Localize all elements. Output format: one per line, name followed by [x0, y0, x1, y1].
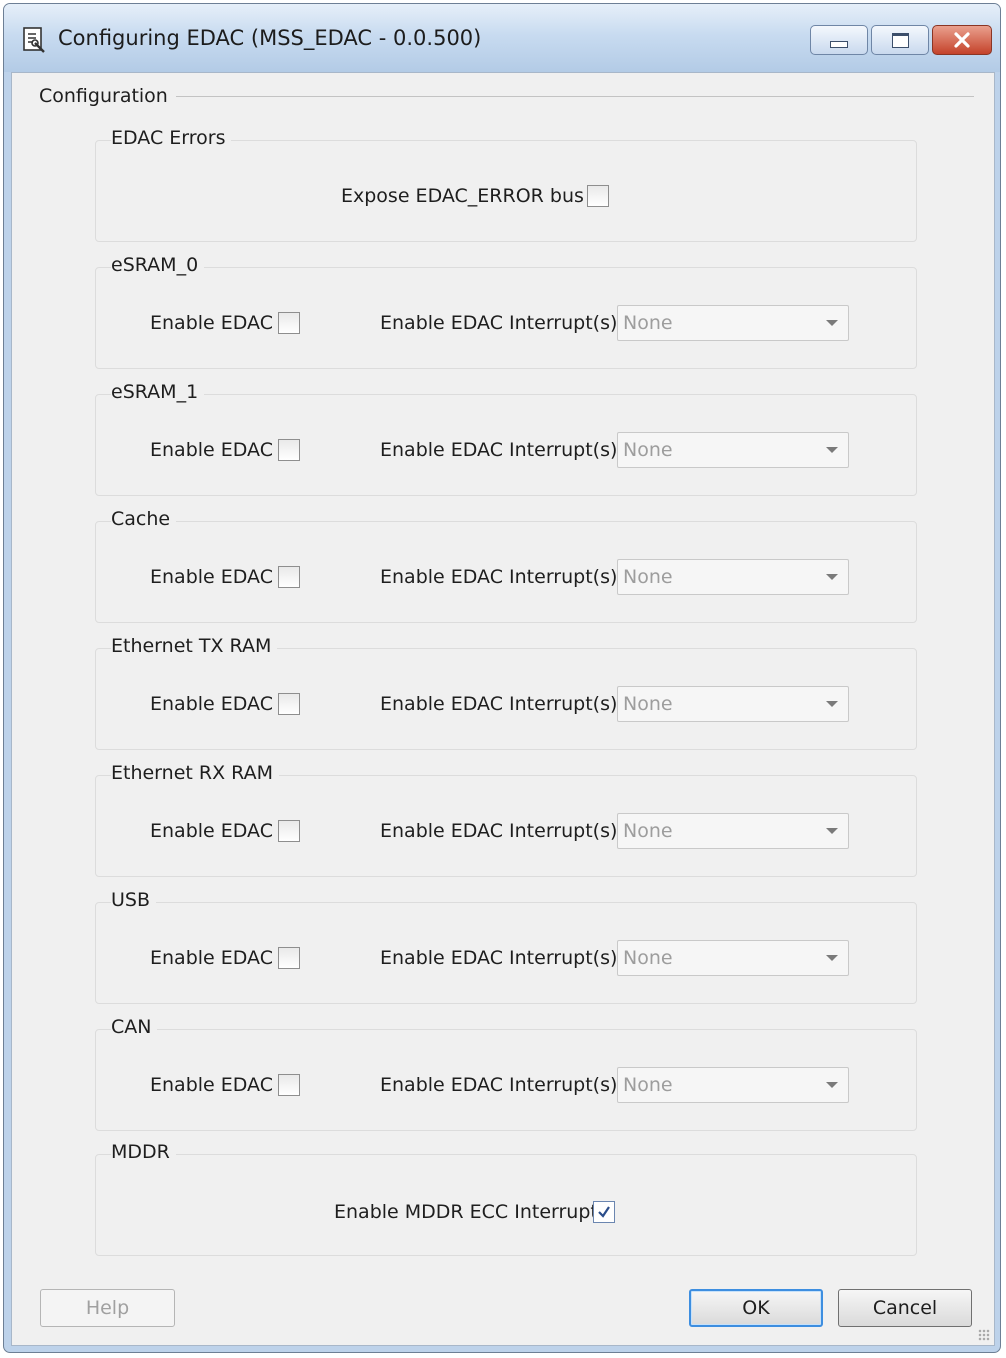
cancel-button[interactable]: Cancel	[838, 1289, 972, 1327]
expose-edac-error-label: Expose EDAC_ERROR bus	[341, 185, 584, 207]
expose-edac-error-checkbox[interactable]	[587, 185, 609, 207]
dropdown-value: None	[623, 1074, 673, 1096]
enable-edac-label: Enable EDAC	[150, 1074, 273, 1096]
group-title: Cache	[111, 508, 177, 530]
edac-section-group: Ethernet RX RAM Enable EDAC Enable EDAC In…	[95, 762, 917, 877]
enable-edac-checkbox[interactable]	[278, 566, 300, 588]
enable-edac-interrupts-label: Enable EDAC Interrupt(s)	[380, 312, 618, 334]
minimize-icon	[830, 40, 848, 48]
enable-edac-interrupts-label: Enable EDAC Interrupt(s)	[380, 1074, 618, 1096]
interrupts-dropdown[interactable]: None	[617, 940, 849, 976]
interrupts-dropdown[interactable]: None	[617, 813, 849, 849]
checkmark-icon	[598, 1206, 610, 1218]
dropdown-value: None	[623, 820, 673, 842]
enable-edac-label: Enable EDAC	[150, 693, 273, 715]
enable-edac-interrupts-label: Enable EDAC Interrupt(s)	[380, 566, 618, 588]
maximize-button[interactable]	[871, 25, 929, 55]
interrupts-dropdown[interactable]: None	[617, 1067, 849, 1103]
interrupts-dropdown[interactable]: None	[617, 559, 849, 595]
dropdown-value: None	[623, 566, 673, 588]
edac-errors-group: EDAC Errors Expose EDAC_ERROR bus	[95, 127, 917, 242]
dialog-body: Configuration EDAC Errors Expose EDAC_ER…	[11, 72, 995, 1346]
group-title: eSRAM_0	[111, 254, 205, 276]
enable-edac-interrupts-label: Enable EDAC Interrupt(s)	[380, 693, 618, 715]
chevron-down-icon	[826, 1082, 838, 1088]
chevron-down-icon	[826, 320, 838, 326]
enable-edac-checkbox[interactable]	[278, 439, 300, 461]
mddr-group: MDDR Enable MDDR ECC Interrupt	[95, 1141, 917, 1256]
enable-edac-interrupts-label: Enable EDAC Interrupt(s)	[380, 820, 618, 842]
configuration-label: Configuration	[39, 85, 176, 107]
enable-edac-checkbox[interactable]	[278, 312, 300, 334]
ok-button[interactable]: OK	[689, 1289, 823, 1327]
help-button[interactable]: Help	[40, 1289, 175, 1327]
enable-edac-label: Enable EDAC	[150, 820, 273, 842]
edac-section-group: eSRAM_0 Enable EDAC Enable EDAC Interrupt(…	[95, 254, 917, 369]
dropdown-value: None	[623, 947, 673, 969]
configuring-edac-dialog: Configuring EDAC (MSS_EDAC - 0.0.500) Co…	[3, 3, 1001, 1353]
edac-section-group: Cache Enable EDAC Enable EDAC Interrupt(s)…	[95, 508, 917, 623]
window-title: Configuring EDAC (MSS_EDAC - 0.0.500)	[58, 26, 482, 50]
title-bar[interactable]: Configuring EDAC (MSS_EDAC - 0.0.500)	[4, 4, 1000, 72]
group-title: MDDR	[111, 1141, 176, 1163]
enable-edac-checkbox[interactable]	[278, 820, 300, 842]
enable-edac-interrupts-label: Enable EDAC Interrupt(s)	[380, 439, 618, 461]
chevron-down-icon	[826, 955, 838, 961]
chevron-down-icon	[826, 701, 838, 707]
edac-section-group: USB Enable EDAC Enable EDAC Interrupt(s) No…	[95, 889, 917, 1004]
chevron-down-icon	[826, 447, 838, 453]
interrupts-dropdown[interactable]: None	[617, 432, 849, 468]
group-title: USB	[111, 889, 157, 911]
dropdown-value: None	[623, 693, 673, 715]
enable-edac-checkbox[interactable]	[278, 947, 300, 969]
enable-edac-label: Enable EDAC	[150, 566, 273, 588]
group-title: CAN	[111, 1016, 158, 1038]
close-button[interactable]	[932, 25, 992, 55]
edac-config-icon	[22, 26, 48, 54]
group-title: Ethernet RX RAM	[111, 762, 279, 784]
interrupts-dropdown[interactable]: None	[617, 305, 849, 341]
enable-edac-checkbox[interactable]	[278, 693, 300, 715]
mddr-ecc-label: Enable MDDR ECC Interrupt	[334, 1201, 598, 1223]
enable-edac-label: Enable EDAC	[150, 947, 273, 969]
enable-edac-checkbox[interactable]	[278, 1074, 300, 1096]
dropdown-value: None	[623, 312, 673, 334]
enable-edac-label: Enable EDAC	[150, 312, 273, 334]
minimize-button[interactable]	[810, 25, 868, 55]
chevron-down-icon	[826, 574, 838, 580]
group-title: eSRAM_1	[111, 381, 205, 403]
enable-edac-label: Enable EDAC	[150, 439, 273, 461]
edac-section-group: eSRAM_1 Enable EDAC Enable EDAC Interrupt(…	[95, 381, 917, 496]
group-title: Ethernet TX RAM	[111, 635, 278, 657]
resize-grip-icon[interactable]	[978, 1329, 990, 1341]
group-title: EDAC Errors	[111, 127, 232, 149]
edac-section-group: Ethernet TX RAM Enable EDAC Enable EDAC In…	[95, 635, 917, 750]
maximize-icon	[891, 32, 909, 48]
configuration-divider	[162, 96, 974, 97]
edac-section-group: CAN Enable EDAC Enable EDAC Interrupt(s) No…	[95, 1016, 917, 1131]
interrupts-dropdown[interactable]: None	[617, 686, 849, 722]
mddr-ecc-checkbox[interactable]	[593, 1201, 615, 1223]
close-icon	[954, 32, 970, 48]
dropdown-value: None	[623, 439, 673, 461]
chevron-down-icon	[826, 828, 838, 834]
enable-edac-interrupts-label: Enable EDAC Interrupt(s)	[380, 947, 618, 969]
